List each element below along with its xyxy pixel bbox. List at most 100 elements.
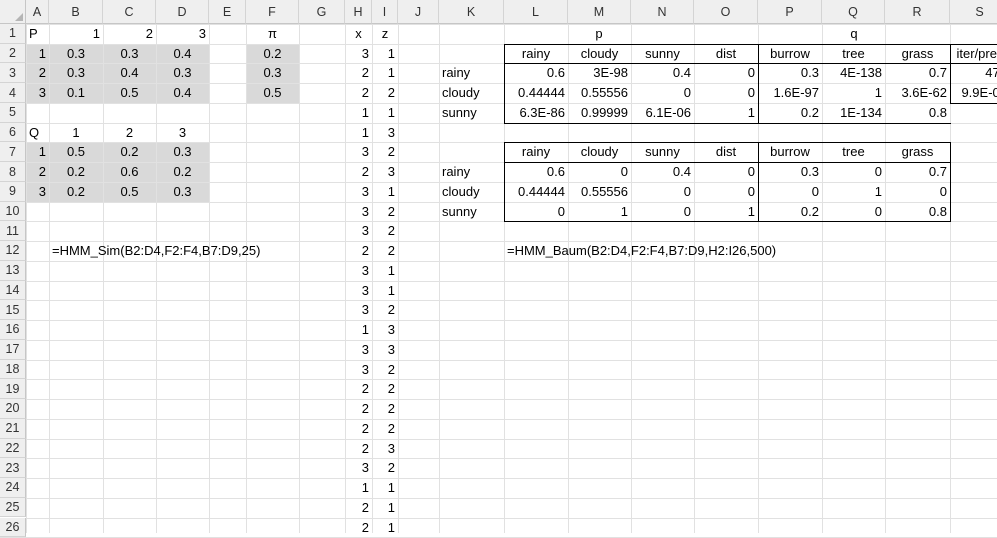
seq-z-value[interactable]: 2 — [372, 360, 398, 380]
result1-value[interactable]: 1 — [694, 103, 758, 123]
seq-z-value[interactable]: 1 — [372, 498, 398, 518]
block-P-row-index[interactable]: 3 — [26, 83, 49, 103]
seq-z-value[interactable]: 3 — [372, 320, 398, 340]
row-header-14[interactable]: 14 — [0, 280, 26, 301]
row-header-25[interactable]: 25 — [0, 497, 26, 518]
block-P-row-index[interactable]: 1 — [26, 44, 49, 64]
column-header-S[interactable]: S — [950, 0, 997, 24]
block-Q-label[interactable]: Q — [26, 123, 49, 143]
row-header-8[interactable]: 8 — [0, 162, 26, 182]
seq-x-value[interactable]: 2 — [345, 162, 372, 182]
seq-x-value[interactable]: 2 — [345, 419, 372, 439]
result1-header[interactable]: tree — [822, 44, 885, 64]
seq-x-value[interactable]: 3 — [345, 202, 372, 222]
seq-z-value[interactable]: 1 — [372, 63, 398, 83]
block-Q-value[interactable]: 0.5 — [49, 142, 103, 162]
result2-header[interactable]: burrow — [758, 142, 822, 162]
result1-row-label[interactable]: cloudy — [439, 83, 504, 103]
block-P-row-index[interactable]: 2 — [26, 63, 49, 83]
result1-header[interactable]: cloudy — [568, 44, 631, 64]
block-P-value[interactable]: 0.4 — [156, 44, 209, 64]
formula-hmm-sim[interactable]: =HMM_Sim(B2:D4,F2:F4,B7:D9,25) — [49, 241, 345, 261]
seq-x-value[interactable]: 3 — [345, 458, 372, 478]
result2-header[interactable]: rainy — [504, 142, 568, 162]
row-header-3[interactable]: 3 — [0, 63, 26, 84]
result2-value[interactable]: 0.7 — [885, 162, 950, 182]
block-P-header[interactable]: 2 — [103, 24, 156, 44]
seq-z-value[interactable]: 2 — [372, 83, 398, 103]
row-header-26[interactable]: 26 — [0, 517, 26, 538]
column-header-M[interactable]: M — [568, 0, 631, 24]
result2-value[interactable]: 0 — [885, 182, 950, 202]
result2-header[interactable]: tree — [822, 142, 885, 162]
seq-x-value[interactable]: 2 — [345, 83, 372, 103]
result1-value[interactable]: 0.4 — [631, 63, 694, 83]
result1-value[interactable]: 0.6 — [504, 63, 568, 83]
block-Q-row-index[interactable]: 3 — [26, 182, 49, 202]
column-header-E[interactable]: E — [209, 0, 246, 24]
block-Q-header[interactable]: 2 — [103, 123, 156, 143]
result2-value[interactable]: 0 — [822, 162, 885, 182]
seq-x-value[interactable]: 2 — [345, 439, 372, 459]
row-header-9[interactable]: 9 — [0, 181, 26, 202]
row-header-7[interactable]: 7 — [0, 142, 26, 163]
result1-value[interactable]: 0.44444 — [504, 83, 568, 103]
result2-value[interactable]: 1 — [568, 202, 631, 222]
result1-row-label[interactable]: rainy — [439, 63, 504, 83]
row-header-2[interactable]: 2 — [0, 43, 26, 64]
block-Q-row-index[interactable]: 2 — [26, 162, 49, 182]
result2-value[interactable]: 0 — [504, 202, 568, 222]
block-P-value[interactable]: 0.4 — [156, 83, 209, 103]
block-Q-value[interactable]: 0.2 — [103, 142, 156, 162]
block-P-value[interactable]: 0.3 — [49, 63, 103, 83]
result2-row-label[interactable]: rainy — [439, 162, 504, 182]
seq-x-value[interactable]: 1 — [345, 103, 372, 123]
result1-header[interactable]: sunny — [631, 44, 694, 64]
row-header-5[interactable]: 5 — [0, 102, 26, 123]
seq-z-value[interactable]: 1 — [372, 281, 398, 301]
block-Q-header[interactable]: 1 — [49, 123, 103, 143]
block-Q-value[interactable]: 0.2 — [49, 182, 103, 202]
column-header-J[interactable]: J — [398, 0, 439, 24]
block-Q-value[interactable]: 0.3 — [156, 182, 209, 202]
result1-header[interactable]: rainy — [504, 44, 568, 64]
seq-z-value[interactable]: 1 — [372, 44, 398, 64]
row-header-6[interactable]: 6 — [0, 122, 26, 143]
seq-x-value[interactable]: 1 — [345, 320, 372, 340]
row-header-19[interactable]: 19 — [0, 379, 26, 400]
block-pi-value[interactable]: 0.3 — [246, 63, 299, 83]
block-P-value[interactable]: 0.3 — [103, 44, 156, 64]
seq-x-value[interactable]: 2 — [345, 379, 372, 399]
block-P-value[interactable]: 0.5 — [103, 83, 156, 103]
block-P-header[interactable]: 3 — [156, 24, 209, 44]
block-pi-value[interactable]: 0.5 — [246, 83, 299, 103]
result1-value[interactable]: 0.8 — [885, 103, 950, 123]
seq-x-value[interactable]: 1 — [345, 478, 372, 498]
block-P-value[interactable]: 0.1 — [49, 83, 103, 103]
row-header-24[interactable]: 24 — [0, 478, 26, 498]
result2-value[interactable]: 0 — [758, 182, 822, 202]
block-P-value[interactable]: 0.4 — [103, 63, 156, 83]
column-header-B[interactable]: B — [49, 0, 103, 24]
result1-header[interactable]: dist — [694, 44, 758, 64]
result2-value[interactable]: 0.8 — [885, 202, 950, 222]
row-header-16[interactable]: 16 — [0, 320, 26, 340]
result2-value[interactable]: 0.4 — [631, 162, 694, 182]
result2-value[interactable]: 0.3 — [758, 162, 822, 182]
seq-x-value[interactable]: 1 — [345, 123, 372, 143]
seq-z-value[interactable]: 3 — [372, 123, 398, 143]
block-P-label[interactable]: P — [26, 24, 49, 44]
result1-value[interactable]: 6.3E-86 — [504, 103, 568, 123]
result1-value[interactable]: 0 — [694, 83, 758, 103]
seq-z-value[interactable]: 2 — [372, 419, 398, 439]
result-q-label[interactable]: q — [758, 24, 950, 44]
block-pi-label[interactable]: π — [246, 24, 299, 44]
column-header-G[interactable]: G — [299, 0, 345, 24]
seq-z-value[interactable]: 2 — [372, 399, 398, 419]
row-header-20[interactable]: 20 — [0, 399, 26, 419]
seq-z-value[interactable]: 2 — [372, 221, 398, 241]
block-P-header[interactable]: 1 — [49, 24, 103, 44]
seq-x-value[interactable]: 3 — [345, 182, 372, 202]
block-pi-value[interactable]: 0.2 — [246, 44, 299, 64]
block-Q-value[interactable]: 0.2 — [49, 162, 103, 182]
